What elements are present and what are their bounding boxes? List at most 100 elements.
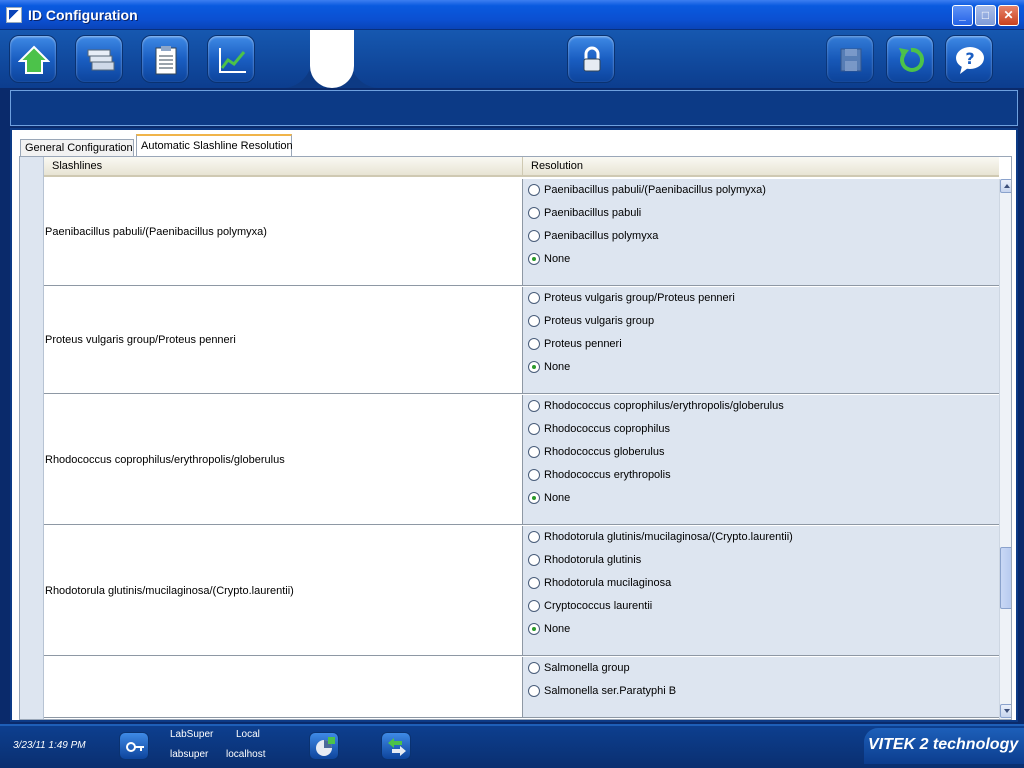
radio-unselected[interactable] — [528, 600, 540, 612]
close-button[interactable]: ✕ — [998, 5, 1019, 26]
resolution-option-label: None — [544, 623, 571, 635]
resolution-option[interactable]: Rhodotorula glutinis — [528, 551, 641, 569]
tab-automatic-slashline-resolution[interactable]: Automatic Slashline Resolution — [136, 134, 293, 158]
radio-unselected[interactable] — [528, 338, 540, 350]
lock-button[interactable] — [567, 35, 615, 83]
slashline-name-cell: Rhodococcus coprophilus/erythropolis/glo… — [44, 395, 522, 524]
resolution-option-label: Rhodotorula glutinis — [544, 554, 642, 566]
radio-unselected[interactable] — [528, 685, 540, 697]
resolution-option[interactable]: Paenibacillus polymyxa — [528, 227, 658, 245]
svg-text:?: ? — [965, 49, 974, 68]
radio-unselected[interactable] — [528, 469, 540, 481]
cassette-button[interactable] — [75, 35, 123, 83]
resolution-cell: Paenibacillus pabuli/(Paenibacillus poly… — [522, 179, 999, 285]
radio-unselected[interactable] — [528, 230, 540, 242]
resolution-option[interactable]: Salmonella group — [528, 659, 630, 677]
radio-unselected[interactable] — [528, 446, 540, 458]
main-toolbar: ? — [0, 30, 1024, 88]
radio-unselected[interactable] — [528, 315, 540, 327]
resolution-option[interactable]: None — [528, 358, 570, 376]
radio-unselected[interactable] — [528, 292, 540, 304]
status-location-type: Local — [236, 729, 260, 740]
radio-unselected[interactable] — [528, 184, 540, 196]
status-datetime: 3/23/11 1:49 PM — [13, 740, 86, 751]
table-row: Paenibacillus pabuli/(Paenibacillus poly… — [44, 179, 999, 286]
reports-button[interactable] — [141, 35, 189, 83]
resolution-option[interactable]: None — [528, 620, 570, 638]
table-row: Rhodotorula glutinis/mucilaginosa/(Crypt… — [44, 526, 999, 656]
slashline-name-cell: Paenibacillus pabuli/(Paenibacillus poly… — [44, 179, 522, 285]
resolution-option-label: Proteus penneri — [544, 338, 622, 350]
undo-icon — [899, 47, 924, 72]
vertical-scrollbar[interactable] — [999, 179, 1011, 719]
column-header-slashlines[interactable]: Slashlines — [52, 160, 102, 172]
resolution-option[interactable]: Proteus penneri — [528, 335, 622, 353]
maximize-button[interactable]: □ — [975, 5, 996, 26]
login-button[interactable] — [119, 732, 149, 760]
undo-button[interactable] — [886, 35, 934, 83]
resolution-option[interactable]: Proteus vulgaris group/Proteus penneri — [528, 289, 735, 307]
resolution-option[interactable]: None — [528, 489, 570, 507]
slashline-name-cell — [44, 657, 522, 717]
resolution-option[interactable]: Rhodococcus erythropolis — [528, 466, 671, 484]
radio-unselected[interactable] — [528, 400, 540, 412]
radio-unselected[interactable] — [528, 554, 540, 566]
configuration-panel: General Configuration Automatic Slashlin… — [10, 128, 1018, 722]
help-icon: ? — [956, 47, 984, 74]
resolution-option[interactable]: Rhodococcus coprophilus/erythropolis/glo… — [528, 397, 784, 415]
table-row: Rhodococcus coprophilus/erythropolis/glo… — [44, 395, 999, 525]
resolution-option-label: Paenibacillus pabuli — [544, 207, 642, 219]
radio-unselected[interactable] — [528, 577, 540, 589]
resolution-option[interactable]: Cryptococcus laurentii — [528, 597, 652, 615]
brand-badge: VITEK 2 technology — [864, 728, 1024, 764]
resolution-option[interactable]: None — [528, 250, 570, 268]
resolution-option[interactable]: Paenibacillus pabuli/(Paenibacillus poly… — [528, 181, 766, 199]
resolution-option[interactable]: Rhodococcus coprophilus — [528, 420, 670, 438]
cassette-icon — [87, 49, 115, 71]
resolution-option-label: Rhodotorula mucilaginosa — [544, 577, 672, 589]
radio-selected[interactable] — [528, 492, 540, 504]
radio-unselected[interactable] — [528, 662, 540, 674]
resolution-option[interactable]: Rhodotorula mucilaginosa — [528, 574, 671, 592]
toolbar-divider — [310, 30, 354, 88]
resolution-option[interactable]: Proteus vulgaris group — [528, 312, 654, 330]
status-location-host: localhost — [226, 749, 266, 760]
resolution-option[interactable]: Rhodococcus globerulus — [528, 443, 664, 461]
brand-text: VITEK 2 technology — [868, 736, 1019, 753]
radio-selected[interactable] — [528, 253, 540, 265]
scroll-down-button[interactable] — [1000, 704, 1011, 718]
resolution-option[interactable]: Salmonella ser.Paratyphi B — [528, 682, 676, 700]
instrument-status-button[interactable] — [309, 732, 339, 760]
home-button[interactable] — [9, 35, 57, 83]
save-icon — [840, 48, 862, 72]
trend-button[interactable] — [207, 35, 255, 83]
help-button[interactable]: ? — [945, 35, 993, 83]
header-band — [10, 90, 1018, 126]
resolution-option-label: Rhodococcus globerulus — [544, 446, 665, 458]
column-header-resolution[interactable]: Resolution — [522, 157, 583, 177]
resolution-cell: Proteus vulgaris group/Proteus penneri Pr… — [522, 287, 999, 393]
radio-unselected[interactable] — [528, 531, 540, 543]
radio-unselected[interactable] — [528, 423, 540, 435]
communication-button[interactable] — [381, 732, 411, 760]
grid-rows: Paenibacillus pabuli/(Paenibacillus poly… — [44, 179, 999, 719]
scroll-up-button[interactable] — [1000, 179, 1011, 193]
resolution-option[interactable]: Rhodotorula glutinis/mucilaginosa/(Crypt… — [528, 528, 793, 546]
minimize-button[interactable]: _ — [952, 5, 973, 26]
resolution-cell: Salmonella group Salmonella ser.Paratyphi… — [522, 657, 999, 717]
lock-icon — [583, 46, 601, 72]
resolution-option-label: Salmonella ser.Paratyphi B — [544, 685, 677, 697]
radio-selected[interactable] — [528, 623, 540, 635]
app-icon — [6, 7, 22, 23]
resolution-option-label: None — [544, 492, 571, 504]
radio-unselected[interactable] — [528, 207, 540, 219]
resolution-option-label: Rhodococcus erythropolis — [544, 469, 671, 481]
scroll-thumb[interactable] — [1000, 547, 1011, 609]
resolution-option-label: Rhodotorula glutinis/mucilaginosa/(Crypt… — [544, 531, 793, 543]
resolution-option[interactable]: Paenibacillus pabuli — [528, 204, 641, 222]
radio-selected[interactable] — [528, 361, 540, 373]
save-button[interactable] — [826, 35, 874, 83]
slashline-name-cell: Rhodotorula glutinis/mucilaginosa/(Crypt… — [44, 526, 522, 655]
key-icon — [126, 742, 144, 752]
resolution-option-label: Paenibacillus polymyxa — [544, 230, 659, 242]
